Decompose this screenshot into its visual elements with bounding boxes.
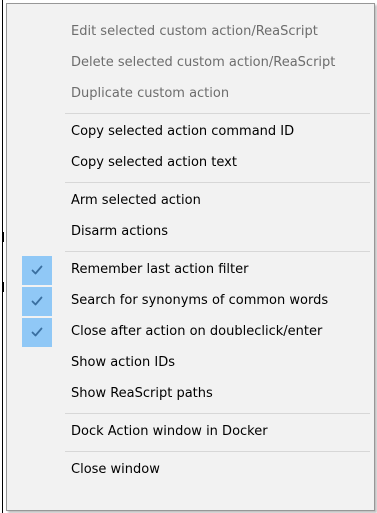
background-tick-mark: [3, 282, 4, 292]
menu-item-label: Remember last action filter: [71, 262, 249, 277]
background-window-edge: [0, 0, 3, 513]
menu-item-edit-selected-custom-action-reascript: Edit selected custom action/ReaScript: [7, 17, 372, 48]
menu-item-show-reascript-paths[interactable]: Show ReaScript paths: [7, 379, 372, 410]
menu-item-copy-selected-action-text[interactable]: Copy selected action text: [7, 148, 372, 179]
context-menu: Edit selected custom action/ReaScript Del…: [6, 3, 375, 511]
menu-item-arm-selected-action[interactable]: Arm selected action: [7, 186, 372, 217]
menu-item-search-for-synonyms-of-common-words[interactable]: Search for synonyms of common words: [7, 286, 372, 317]
menu-item-label: Duplicate custom action: [71, 86, 230, 101]
menu-item-duplicate-custom-action: Duplicate custom action: [7, 79, 372, 110]
checkmark-icon: [22, 256, 52, 285]
context-menu-body: Edit selected custom action/ReaScript Del…: [7, 4, 374, 510]
menu-item-show-action-ids[interactable]: Show action IDs: [7, 348, 372, 379]
menu-item-delete-selected-custom-action-reascript: Delete selected custom action/ReaScript: [7, 48, 372, 79]
menu-separator: [65, 182, 370, 183]
menu-separator: [65, 451, 370, 452]
menu-item-label: Show ReaScript paths: [71, 386, 213, 401]
menu-item-label: Show action IDs: [71, 355, 175, 370]
menu-item-label: Arm selected action: [71, 193, 201, 208]
menu-item-disarm-actions[interactable]: Disarm actions: [7, 217, 372, 248]
menu-item-label: Delete selected custom action/ReaScript: [71, 55, 336, 70]
background-window-border: [2, 0, 3, 513]
menu-item-dock-action-window-in-docker[interactable]: Dock Action window in Docker: [7, 417, 372, 448]
menu-separator: [65, 113, 370, 114]
menu-item-label: Close window: [71, 462, 160, 477]
menu-item-remember-last-action-filter[interactable]: Remember last action filter: [7, 255, 372, 286]
menu-item-label: Search for synonyms of common words: [71, 293, 329, 308]
menu-item-close-after-action-on-doubleclick-enter[interactable]: Close after action on doubleclick/enter: [7, 317, 372, 348]
menu-separator: [65, 413, 370, 414]
checkmark-icon: [22, 287, 52, 316]
menu-separator: [65, 251, 370, 252]
checkmark-icon: [22, 318, 52, 347]
menu-item-label: Copy selected action text: [71, 155, 237, 170]
menu-item-label: Close after action on doubleclick/enter: [71, 324, 323, 339]
menu-item-label: Disarm actions: [71, 224, 169, 239]
menu-item-copy-selected-action-command-id[interactable]: Copy selected action command ID: [7, 117, 372, 148]
menu-item-label: Copy selected action command ID: [71, 124, 295, 139]
menu-item-label: Dock Action window in Docker: [71, 424, 268, 439]
menu-item-label: Edit selected custom action/ReaScript: [71, 24, 318, 39]
menu-item-close-window[interactable]: Close window: [7, 455, 372, 486]
background-tick-mark: [3, 232, 4, 242]
